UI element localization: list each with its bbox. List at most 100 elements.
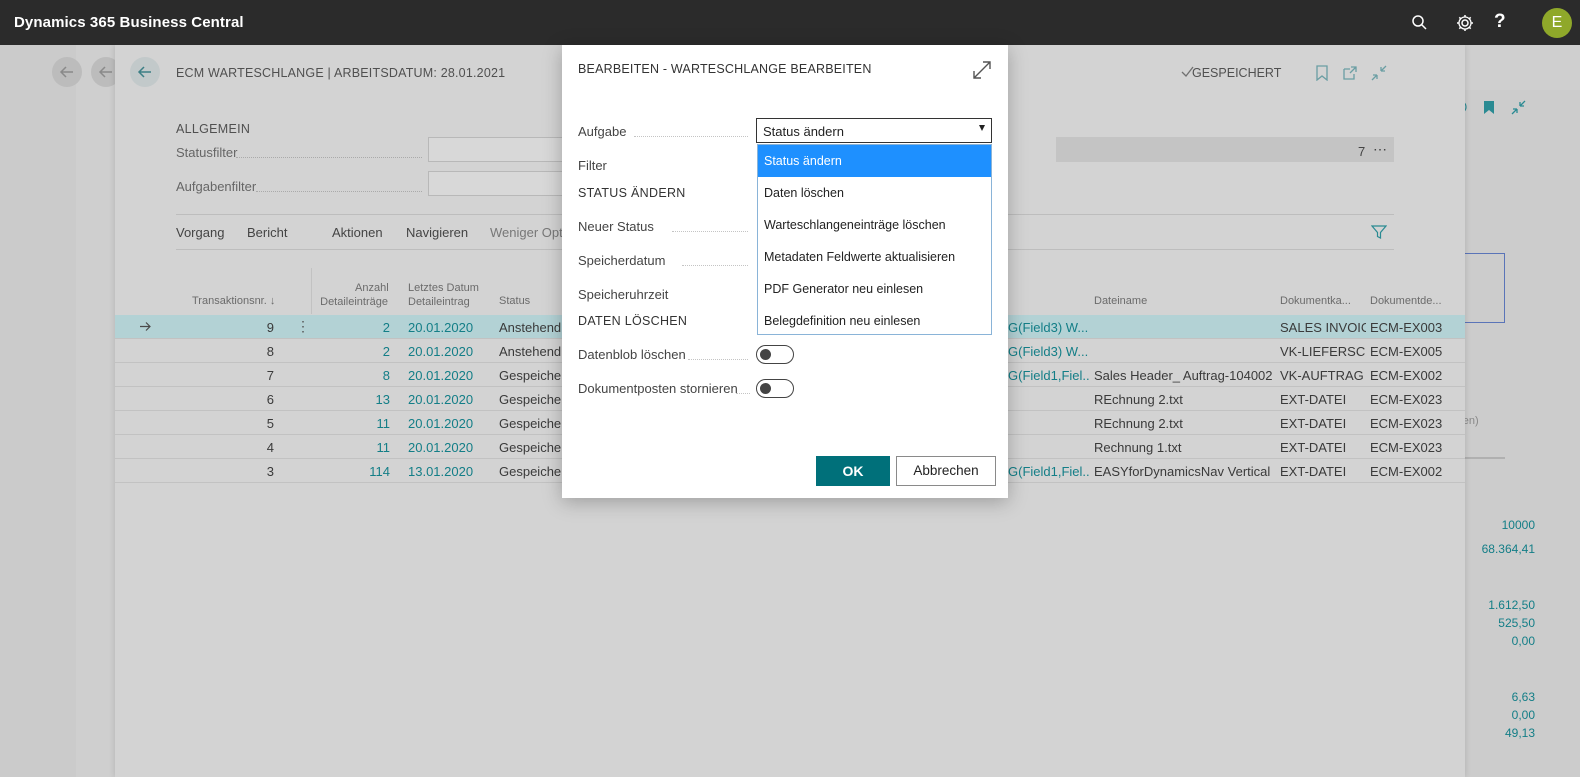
cell-filename: REchnung 2.txt — [1094, 416, 1183, 431]
bookmark-filled-icon[interactable] — [1483, 100, 1495, 115]
cell-count[interactable]: 8 — [330, 368, 390, 383]
cell-filename: Rechnung 1.txt — [1094, 440, 1182, 455]
cell-count[interactable]: 2 — [330, 320, 390, 335]
col-count-2[interactable]: Detaileinträge — [315, 296, 388, 309]
dropdown-option-delete-data[interactable]: Daten löschen — [758, 177, 991, 209]
cell-date: 20.01.2020 — [408, 392, 474, 407]
delete-datablob-toggle[interactable] — [756, 345, 794, 364]
cancel-doc-entries-toggle[interactable] — [756, 379, 794, 398]
col-doc-category[interactable]: Dokumentka... — [1280, 295, 1351, 308]
cell-transaction: 3 — [266, 464, 274, 479]
col-count-1[interactable]: Anzahl — [355, 282, 389, 295]
cell-count[interactable]: 13 — [330, 392, 390, 407]
status-filter-input[interactable] — [428, 137, 563, 162]
cell-filter: G(Field3) W... — [1008, 320, 1089, 335]
cell-transaction: 7 — [266, 368, 274, 383]
open-new-window-icon[interactable] — [1342, 65, 1358, 81]
cell-doc-definition: ECM-EX005 — [1370, 344, 1443, 359]
page-title: ECM WARTESCHLANGE | ARBEITSDATUM: 28.01.… — [176, 66, 506, 80]
factbox-value: 0,00 — [1511, 708, 1535, 722]
cell-count[interactable]: 2 — [330, 344, 390, 359]
cell-status: Gespeicher — [499, 368, 561, 383]
dropdown-option-delete-queue-entries[interactable]: Warteschlangeneinträge löschen — [758, 209, 991, 241]
filter-icon[interactable] — [1371, 224, 1387, 240]
dropdown-option-reload-document-definition[interactable]: Belegdefinition neu einlesen — [758, 305, 991, 337]
bookmark-icon[interactable] — [1314, 65, 1330, 81]
more-options-icon[interactable]: ⋯ — [1373, 141, 1388, 158]
factbox-value: 0,00 — [1511, 634, 1535, 648]
help-icon[interactable]: ? — [1494, 11, 1506, 33]
chevron-down-icon — [979, 125, 985, 131]
cell-doc-category: VK-AUFTRAG — [1280, 368, 1364, 383]
col-doc-definition[interactable]: Dokumentde... — [1370, 295, 1442, 308]
ok-button[interactable]: OK — [816, 456, 890, 486]
cell-count[interactable]: 114 — [330, 464, 390, 479]
action-navigieren[interactable]: Navigieren — [406, 225, 468, 240]
cell-status: Gespeicher — [499, 392, 561, 407]
search-icon[interactable] — [1409, 12, 1431, 34]
row-menu-icon[interactable]: ⋮ — [296, 318, 310, 335]
dropdown-option-update-metadata[interactable]: Metadaten Feldwerte aktualisieren — [758, 241, 991, 273]
section-general: ALLGEMEIN — [176, 122, 251, 136]
action-aktionen[interactable]: Aktionen — [332, 225, 383, 240]
arrow-left-icon — [59, 66, 73, 78]
back-button-layer1[interactable] — [52, 57, 82, 87]
cell-date: 20.01.2020 — [408, 344, 474, 359]
cell-date: 20.01.2020 — [408, 416, 474, 431]
section-delete-data: DATEN LÖSCHEN — [578, 314, 688, 328]
arrow-left-icon — [98, 66, 112, 78]
cell-doc-category: EXT-DATEI — [1280, 416, 1347, 431]
cell-transaction: 9 — [266, 320, 274, 335]
cell-transaction: 5 — [266, 416, 274, 431]
factbox-value: 525,50 — [1498, 616, 1535, 630]
arrow-left-icon — [137, 66, 151, 78]
task-filter-label: Aufgabenfilter — [176, 179, 257, 194]
column-divider — [311, 268, 312, 314]
save-date-label: Speicherdatum — [578, 253, 666, 268]
cancel-button[interactable]: Abbrechen — [896, 456, 996, 486]
top-bar: Dynamics 365 Business Central ? E — [0, 0, 1580, 45]
count-value: 7 — [1358, 144, 1366, 159]
task-filter-input[interactable] — [428, 171, 563, 196]
action-fewer-options[interactable]: Weniger Opt — [490, 225, 563, 240]
task-select[interactable]: Status ändern — [756, 118, 992, 143]
label-dots — [736, 393, 750, 394]
action-bericht[interactable]: Bericht — [247, 225, 287, 240]
app-title[interactable]: Dynamics 365 Business Central — [14, 14, 244, 31]
task-label: Aufgabe — [578, 124, 627, 139]
cell-status: Gespeicher — [499, 464, 561, 479]
cell-count[interactable]: 11 — [330, 440, 391, 455]
saved-status: GESPEICHERT — [1192, 66, 1282, 80]
delete-datablob-label: Datenblob löschen — [578, 347, 686, 362]
collapse-icon[interactable] — [1511, 100, 1526, 115]
row-arrow-icon — [140, 322, 151, 331]
avatar[interactable]: E — [1542, 8, 1572, 38]
cell-date: 20.01.2020 — [408, 440, 474, 455]
cell-doc-definition: ECM-EX023 — [1370, 416, 1443, 431]
save-time-label: Speicheruhrzeit — [578, 287, 669, 302]
collapse-icon[interactable] — [1371, 65, 1387, 81]
cell-filename: EASYforDynamicsNav Vertical ... — [1094, 464, 1272, 479]
gear-icon[interactable] — [1454, 12, 1476, 34]
col-date-2[interactable]: Detaileintrag — [408, 296, 470, 309]
back-button[interactable] — [130, 57, 160, 87]
col-status[interactable]: Status — [499, 295, 530, 308]
toggle-knob — [760, 349, 771, 360]
dropdown-option-reload-pdf-generator[interactable]: PDF Generator neu einlesen — [758, 273, 991, 305]
cell-status: Anstehend — [499, 344, 561, 359]
col-transaction[interactable]: Transaktionsnr. ↓ — [192, 295, 275, 308]
cell-doc-category: EXT-DATEI — [1280, 440, 1347, 455]
col-date-1[interactable]: Letztes Datum — [408, 282, 479, 295]
toggle-knob — [760, 383, 771, 394]
cell-filter: G(Field1,Fiel... — [1008, 368, 1090, 383]
expand-icon[interactable] — [971, 59, 993, 81]
col-filename[interactable]: Dateiname — [1094, 295, 1147, 308]
action-vorgang[interactable]: Vorgang — [176, 225, 224, 240]
cell-doc-category: VK-LIEFERSC... — [1280, 344, 1366, 359]
task-dropdown-list: Status ändern Daten löschen Warteschlang… — [757, 144, 992, 335]
dropdown-option-change-status[interactable]: Status ändern — [758, 145, 991, 177]
cell-filter: G(Field1,Fiel... — [1008, 464, 1090, 479]
factbox-value: 49,13 — [1504, 726, 1535, 740]
cell-count[interactable]: 11 — [330, 416, 391, 431]
cell-transaction: 8 — [266, 344, 274, 359]
